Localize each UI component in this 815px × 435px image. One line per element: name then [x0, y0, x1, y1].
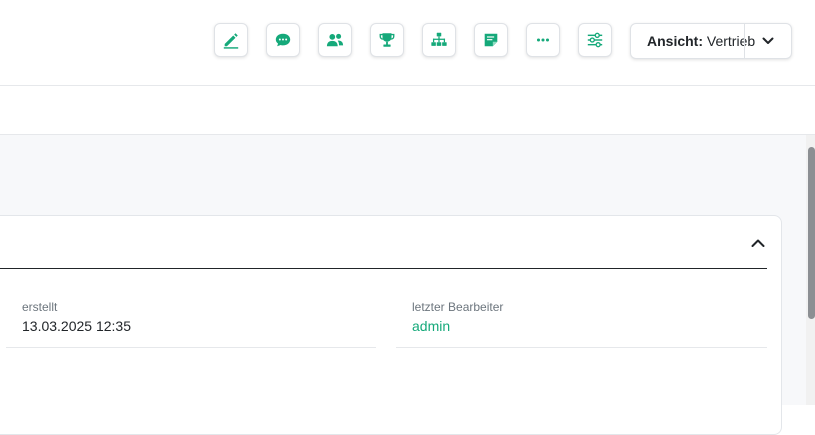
comment-button[interactable] [266, 23, 300, 57]
pen-icon [223, 33, 239, 49]
achievements-button[interactable] [370, 23, 404, 57]
settings-sliders-button[interactable] [578, 23, 612, 57]
view-label: Ansicht: [647, 33, 703, 49]
trophy-icon [379, 33, 395, 47]
sliders-icon [587, 32, 603, 48]
chevron-up-icon [751, 239, 765, 247]
chat-bubble-icon [275, 33, 291, 47]
org-structure-button[interactable] [422, 23, 456, 57]
sticky-note-icon [484, 33, 498, 47]
view-selector-text: Ansicht: Vertrieb [631, 33, 755, 49]
created-value: 13.03.2025 12:35 [22, 318, 131, 334]
sitemap-icon [431, 32, 447, 46]
created-field-underline [6, 347, 376, 348]
users-icon [326, 33, 344, 47]
last-editor-label: letzter Bearbeiter [412, 300, 504, 314]
card-header-divider [0, 268, 767, 269]
last-editor-field-underline [396, 347, 767, 348]
last-editor-link[interactable]: admin [412, 318, 450, 334]
more-options-button[interactable] [526, 23, 560, 57]
collapse-card-button[interactable] [749, 234, 767, 252]
more-dots-icon [536, 38, 550, 42]
top-toolbar: Ansicht: Vertrieb [0, 0, 815, 86]
edit-button[interactable] [214, 23, 248, 57]
created-label: erstellt [22, 300, 58, 314]
scrollbar-thumb[interactable] [808, 147, 815, 319]
contacts-button[interactable] [318, 23, 352, 57]
view-dropdown-toggle[interactable] [745, 24, 791, 58]
notes-button[interactable] [474, 23, 508, 57]
chevron-down-icon [762, 37, 774, 44]
view-selector[interactable]: Ansicht: Vertrieb [630, 23, 792, 59]
secondary-bar [0, 86, 815, 135]
